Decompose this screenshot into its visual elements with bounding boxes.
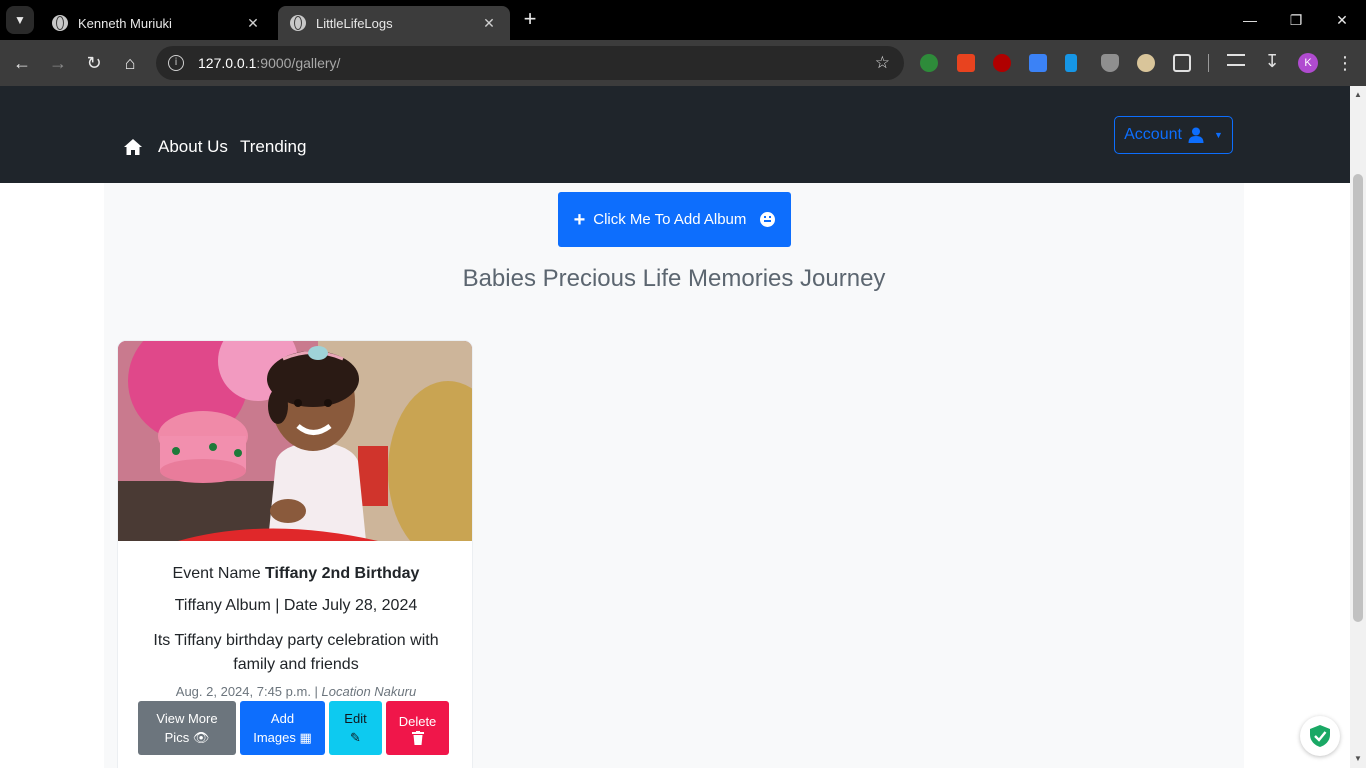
globe-icon: [52, 15, 68, 31]
view-more-label: View More: [156, 711, 218, 726]
home-icon[interactable]: [123, 138, 143, 156]
url-path: :9000/gallery/: [256, 55, 341, 71]
address-bar[interactable]: i 127.0.0.1 :9000/gallery/ ☆: [156, 46, 904, 80]
smile-icon: [760, 212, 776, 227]
account-label: Account: [1124, 126, 1182, 143]
tab-search-button[interactable]: ▼: [6, 6, 34, 34]
extensions-puzzle-icon[interactable]: [1173, 54, 1191, 72]
event-name-value: Tiffany 2nd Birthday: [265, 565, 420, 582]
browser-tab-strip: ▼ Kenneth Muriuki ✕ LittleLifeLogs ✕ + —…: [0, 0, 1366, 40]
add-images-label-line2: Images ▦: [253, 730, 312, 745]
account-dropdown-button[interactable]: Account ▼: [1114, 116, 1233, 154]
nav-link-about-us[interactable]: About Us: [158, 137, 228, 157]
scroll-down-arrow[interactable]: ▼: [1350, 754, 1366, 764]
forward-button[interactable]: →: [46, 51, 70, 75]
extension-shield-icon[interactable]: [1101, 54, 1119, 72]
browser-tab-kenneth-muriuki[interactable]: Kenneth Muriuki ✕: [40, 6, 274, 40]
album-cover-photo[interactable]: [118, 341, 472, 541]
home-button[interactable]: ⌂: [118, 51, 142, 75]
delete-album-button[interactable]: Delete: [386, 701, 449, 755]
add-album-button[interactable]: + Click Me To Add Album: [558, 192, 791, 247]
tab-close-icon[interactable]: ✕: [480, 15, 498, 32]
close-window-button[interactable]: ✕: [1330, 8, 1354, 32]
chevron-down-icon: ▼: [14, 13, 26, 27]
extension-screenshot-icon[interactable]: [1029, 54, 1047, 72]
trash-icon: [411, 730, 424, 745]
back-button[interactable]: ←: [10, 51, 34, 75]
nav-link-trending[interactable]: Trending: [240, 137, 306, 157]
minimize-window-button[interactable]: —: [1238, 8, 1262, 32]
toolbar-divider: [1208, 54, 1209, 72]
album-posted-time: Aug. 2, 2024, 7:45 p.m. |: [175, 684, 322, 699]
plus-icon: +: [573, 208, 586, 231]
restore-window-button[interactable]: ❐: [1284, 8, 1308, 32]
browser-toolbar: ← → ↻ ⌂ i 127.0.0.1 :9000/gallery/ ☆: [0, 40, 1366, 86]
gallery-container: + Click Me To Add Album Babies Precious …: [104, 183, 1244, 768]
add-images-label: Add: [270, 711, 295, 726]
tab-title: LittleLifeLogs: [316, 15, 393, 31]
view-more-pics-button[interactable]: View More Pics 👁: [138, 701, 236, 755]
security-shield-badge[interactable]: [1300, 716, 1340, 756]
extension-cookie-icon[interactable]: [1137, 54, 1155, 72]
album-actions: View More Pics 👁 Add Images ▦ Edit ✎ Del…: [138, 701, 449, 755]
eye-icon: 👁: [192, 730, 210, 745]
info-icon[interactable]: i: [168, 55, 184, 71]
image-icon: ▦: [299, 730, 312, 745]
edit-label: Edit: [344, 711, 367, 726]
shield-check-icon: [1310, 725, 1330, 747]
add-album-label: Click Me To Add Album: [593, 211, 747, 228]
extension-drive-icon[interactable]: [920, 54, 938, 72]
delete-label: Delete: [398, 713, 437, 729]
download-icon[interactable]: ↧: [1263, 52, 1281, 70]
browser-tab-littlelifelogs[interactable]: LittleLifeLogs ✕: [278, 6, 510, 40]
new-tab-button[interactable]: +: [518, 8, 542, 32]
scroll-up-arrow[interactable]: ▲: [1350, 90, 1366, 100]
scrollbar-thumb[interactable]: [1353, 174, 1363, 622]
page-viewport: About Us Trending Account ▼ + Click Me T…: [0, 86, 1350, 768]
url-host: 127.0.0.1: [198, 55, 257, 71]
reload-button[interactable]: ↻: [82, 51, 106, 75]
site-navbar: About Us Trending Account ▼: [0, 86, 1350, 183]
page-scrollbar[interactable]: ▲ ▼: [1350, 86, 1366, 768]
globe-icon: [290, 15, 306, 31]
profile-avatar[interactable]: K: [1298, 53, 1318, 73]
kebab-icon[interactable]: ⋮: [1336, 51, 1354, 75]
reading-list-icon[interactable]: [1227, 54, 1245, 66]
tab-title: Kenneth Muriuki: [78, 15, 172, 31]
album-card: Event Name Tiffany 2nd Birthday Tiffany …: [117, 340, 473, 768]
star-icon[interactable]: ☆: [875, 53, 890, 73]
caret-down-icon: ▼: [1213, 130, 1223, 140]
add-images-button[interactable]: Add Images ▦: [240, 701, 325, 755]
album-date-line: Tiffany Album | Date July 28, 2024: [174, 597, 418, 614]
extension-ublock-icon[interactable]: [993, 54, 1011, 72]
event-name-line: Event Name Tiffany 2nd Birthday: [118, 565, 472, 583]
view-more-label-line2: Pics 👁: [164, 730, 210, 745]
event-name-label: Event Name: [172, 565, 261, 582]
tab-close-icon[interactable]: ✕: [244, 15, 262, 32]
user-icon: [1188, 127, 1204, 143]
pencil-icon: ✎: [350, 730, 361, 745]
album-meta: Aug. 2, 2024, 7:45 p.m. | Location Nakur…: [118, 684, 472, 699]
album-location: Location Nakuru: [321, 684, 417, 699]
page-title: Babies Precious Life Memories Journey: [462, 265, 886, 292]
edit-album-button[interactable]: Edit ✎: [329, 701, 382, 755]
album-description: Its Tiffany birthday party celebration w…: [153, 632, 439, 673]
extension-bing-icon[interactable]: [1065, 54, 1077, 72]
extension-pdf-icon[interactable]: [957, 54, 975, 72]
